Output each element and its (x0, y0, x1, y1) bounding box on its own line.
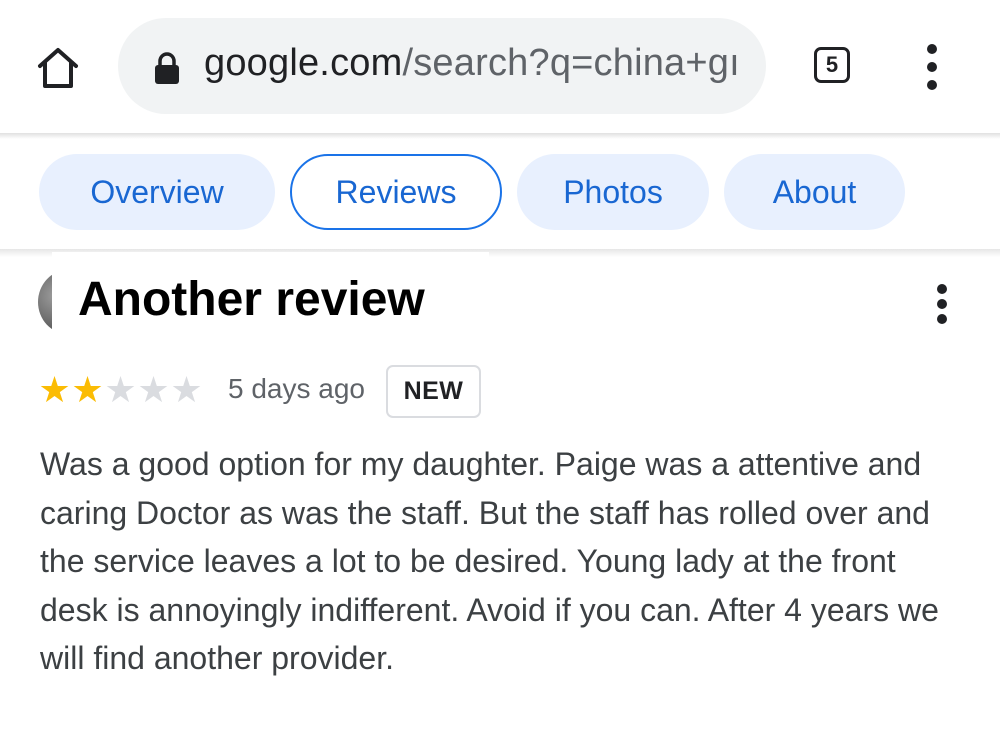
star-filled-icon: ★ (71, 369, 104, 410)
star-empty-icon: ★ (170, 369, 203, 410)
tab-overview[interactable]: Overview (39, 154, 275, 230)
lock-icon (152, 52, 182, 84)
home-icon[interactable] (34, 44, 82, 92)
star-filled-icon: ★ (38, 369, 71, 410)
tab-switcher-button[interactable]: 5 (814, 47, 850, 83)
review-text: Was a good option for my daughter. Paige… (40, 446, 939, 676)
tab-photos[interactable]: Photos (517, 154, 709, 230)
url-text: google.com/search?q=china+gı (204, 42, 740, 85)
tab-reviews[interactable]: Reviews (290, 154, 502, 230)
review-more-icon[interactable] (930, 284, 954, 324)
review-date: 5 days ago (228, 373, 365, 404)
browser-toolbar: google.com/search?q=china+gı 5 (0, 0, 1000, 135)
review-title: Another review (78, 273, 425, 326)
tab-about[interactable]: About (724, 154, 905, 230)
star-rating: ★ ★ ★ ★ ★ (38, 370, 203, 410)
new-badge: NEW (386, 365, 481, 418)
url-path: /search?q=china+gı (402, 42, 740, 84)
star-empty-icon: ★ (137, 369, 170, 410)
star-empty-icon: ★ (104, 369, 137, 410)
more-vert-icon[interactable] (918, 44, 946, 90)
place-tabs: Overview Reviews Photos About (0, 139, 1000, 249)
address-bar[interactable]: google.com/search?q=china+gı (118, 18, 766, 114)
url-host: google.com (204, 42, 403, 84)
